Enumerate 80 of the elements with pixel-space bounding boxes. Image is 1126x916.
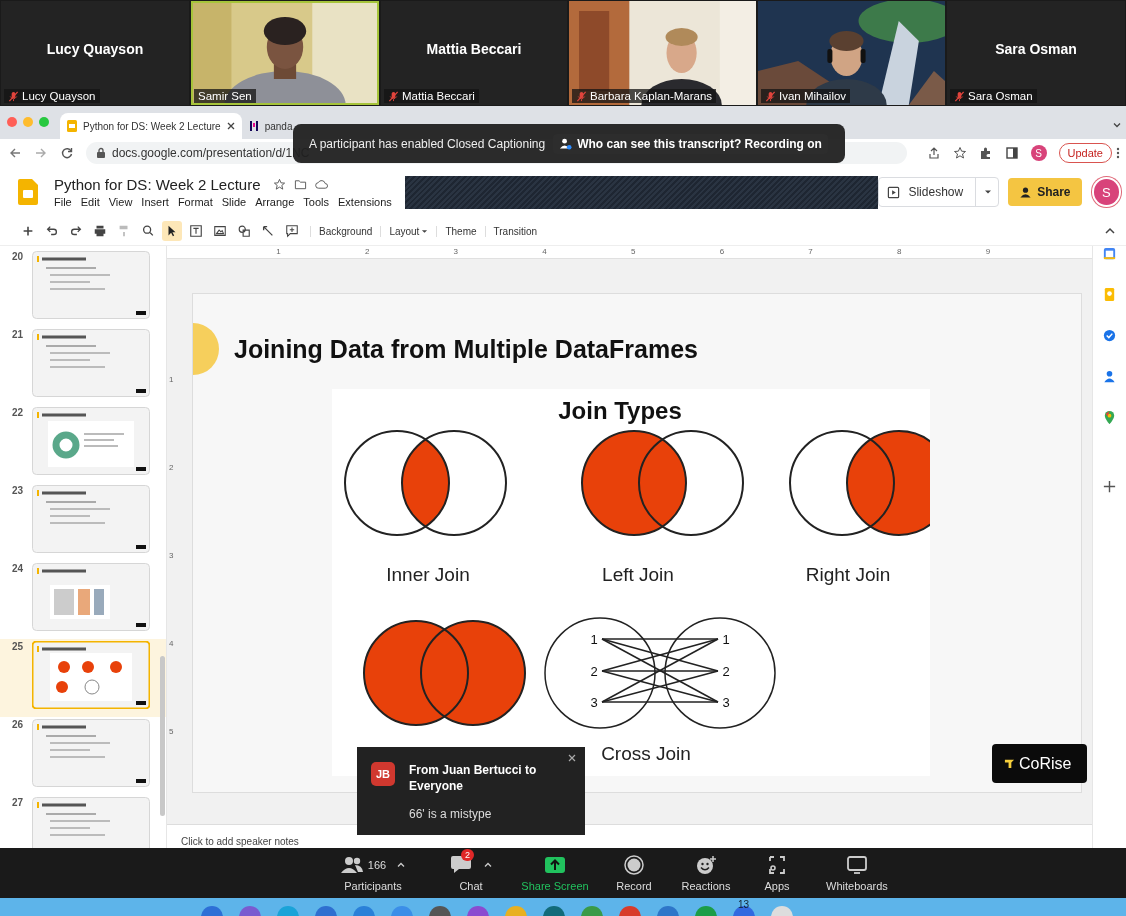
menu-item[interactable]: File [54, 196, 72, 208]
sender-avatar: JB [371, 762, 395, 786]
name-label: Sara Osman [968, 90, 1033, 102]
join-label: Left Join [602, 564, 674, 585]
name-label: Lucy Quayson [22, 90, 96, 102]
unread-badge: 2 [461, 848, 474, 861]
ruler-number: 4 [541, 246, 547, 258]
ruler-number: 6 [718, 246, 725, 258]
caption-message: A participant has enabled Closed Captioning [309, 136, 546, 151]
slide-number: 20 [12, 250, 25, 264]
ruler-number: 5 [630, 246, 636, 258]
slide-number: 25 [12, 640, 25, 654]
chat-sender: From Juan Bertucci to Everyone [409, 762, 538, 794]
menu-item[interactable]: Extensions [338, 196, 392, 208]
ruler-number: 9 [984, 246, 991, 258]
chat-message: 66' is a mistype [409, 807, 493, 821]
name-label: Samir Sen [198, 90, 252, 102]
participant-name: Mattia Beccari [426, 41, 522, 57]
speaker-notes-field[interactable]: Click to add speaker notes [181, 836, 299, 848]
participants-button[interactable]: 166 Participants [325, 848, 421, 898]
apps-button[interactable]: Apps [733, 848, 821, 898]
menu-item[interactable]: View [108, 196, 133, 208]
ruler-number: 5 [169, 727, 175, 737]
row-number: 3 [590, 695, 598, 710]
ruler-number: 2 [363, 246, 370, 258]
ruler-number: 1 [169, 375, 175, 385]
slide-number: 23 [12, 484, 25, 498]
toolbar-button[interactable]: Theme [436, 225, 485, 237]
chat-button[interactable]: 2 Chat [421, 848, 521, 898]
notification-count: 13 [738, 899, 750, 910]
join-label: Cross Join [601, 743, 691, 764]
name-label: Barbara Kaplan-Marans [590, 90, 713, 102]
row-number: 2 [590, 664, 598, 679]
slideshow-button[interactable]: Slideshow [878, 177, 1000, 207]
join-label: Right Join [805, 564, 891, 585]
logo-badge: CoRise [992, 744, 1087, 783]
participant-name: Sara Osman [995, 41, 1077, 57]
name-label: Ivan Mihailov [779, 90, 847, 102]
slide-number: 22 [12, 406, 25, 420]
profile-avatar[interactable]: S [1030, 145, 1047, 161]
row-number: 1 [722, 632, 730, 647]
share-button[interactable]: Share Screen [521, 848, 589, 898]
ruler-number: 3 [169, 551, 175, 561]
ruler-number: 3 [452, 246, 459, 258]
join-label: Inner Join [386, 564, 470, 585]
participant-name: Lucy Quayson [46, 41, 144, 57]
ruler-number: 2 [169, 463, 175, 473]
profile-avatar[interactable]: S [1093, 179, 1119, 205]
slide-title: Joining Data from Multiple DataFrames [234, 334, 698, 364]
slide-number: 27 [12, 796, 25, 810]
participant-count: 166 [367, 858, 387, 871]
slide-number: 21 [12, 328, 25, 342]
slide-number: 24 [12, 562, 25, 576]
whiteboards-button[interactable]: Whiteboards [821, 848, 893, 898]
menu-item[interactable]: Arrange [255, 196, 295, 208]
ruler-number: 1 [275, 246, 281, 258]
reactions-button[interactable]: Reactions [679, 848, 733, 898]
toolbar-button[interactable]: Layout [380, 225, 437, 237]
chat-notification[interactable]: JB From Juan Bertucci to Everyone 66' is a mistype [357, 747, 585, 835]
menu-item[interactable]: Format [177, 196, 213, 208]
slide-number: 26 [12, 718, 25, 732]
browser-tab[interactable]: Python for DS: Week 2 Lecture [60, 113, 242, 139]
menu-item[interactable]: Edit [80, 196, 100, 208]
toolbar-button[interactable]: Transition [484, 225, 546, 237]
name-label: Mattia Beccari [402, 90, 475, 102]
figure-title: Join Types [558, 397, 682, 424]
record-button[interactable]: Record [589, 848, 679, 898]
menu-item[interactable]: Insert [141, 196, 169, 208]
document-title[interactable]: Python for DS: Week 2 Lecture [54, 176, 261, 193]
row-number: 1 [590, 632, 598, 647]
browser-tab[interactable]: panda [241, 113, 412, 139]
row-number: 2 [722, 664, 730, 679]
share-button[interactable]: Share [1008, 178, 1082, 206]
ruler-number: 7 [807, 246, 813, 258]
toolbar-button[interactable]: Background [310, 225, 381, 237]
row-number: 3 [722, 695, 730, 710]
ruler-number: 4 [169, 639, 175, 649]
menu-item[interactable]: Slide [221, 196, 247, 208]
menu-item[interactable]: Tools [303, 196, 329, 208]
ruler-number: 8 [896, 246, 902, 258]
